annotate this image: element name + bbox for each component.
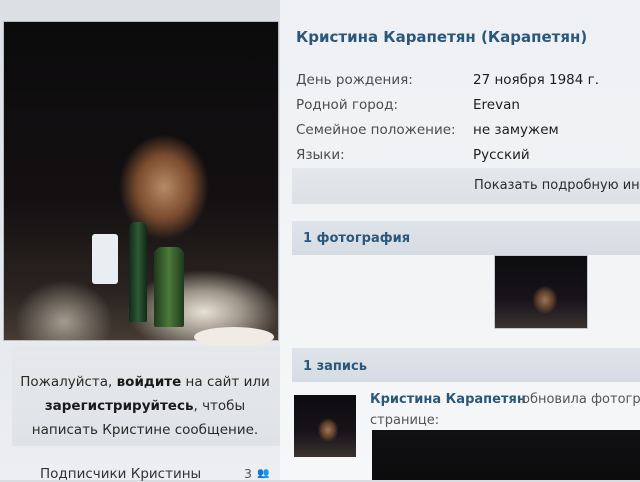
login-text: Пожалуйста, (20, 374, 117, 390)
photo-thumbnail[interactable] (495, 256, 587, 328)
info-value-relationship[interactable]: не замужем (473, 122, 559, 138)
post-action-text: обновила фотограф (522, 392, 640, 407)
info-value-birthday[interactable]: 27 ноября 1984 г. (473, 72, 599, 88)
post-image[interactable] (372, 430, 640, 480)
info-value-languages[interactable]: Русский (473, 147, 530, 163)
followers-count: 3 (244, 466, 252, 481)
login-prompt: Пожалуйста, войдите на сайт или зарегист… (20, 370, 270, 442)
login-link[interactable]: войдите (117, 374, 182, 390)
photo-object (154, 247, 184, 327)
info-value-hometown[interactable]: Erevan (473, 97, 520, 113)
info-label-hometown: Родной город: (296, 97, 398, 113)
post-avatar[interactable] (294, 395, 356, 457)
info-label-languages: Языки: (296, 147, 345, 163)
register-link[interactable]: зарегистрируйтесь (45, 398, 194, 414)
profile-name: Кристина Карапетян (Карапетян) (296, 28, 588, 46)
profile-photo[interactable] (4, 22, 278, 347)
info-label-birthday: День рождения: (296, 72, 413, 88)
posts-section-title[interactable]: 1 запись (303, 359, 367, 374)
photos-section-title[interactable]: 1 фотография (303, 231, 410, 246)
photo-object (92, 234, 118, 284)
login-text: на сайт или (181, 374, 270, 390)
post-action-text: странице: (370, 413, 440, 428)
login-text: написать Кристине сообщение. (31, 422, 259, 438)
photo-object (194, 327, 274, 347)
post-author-link[interactable]: Кристина Карапетян (370, 392, 526, 407)
info-label-relationship: Семейное положение: (296, 122, 456, 138)
login-text: , чтобы (193, 398, 246, 414)
people-icon: 👥 (257, 468, 270, 479)
photo-object (129, 222, 147, 322)
show-more-info-link[interactable]: Показать подробную инфо (474, 178, 640, 193)
